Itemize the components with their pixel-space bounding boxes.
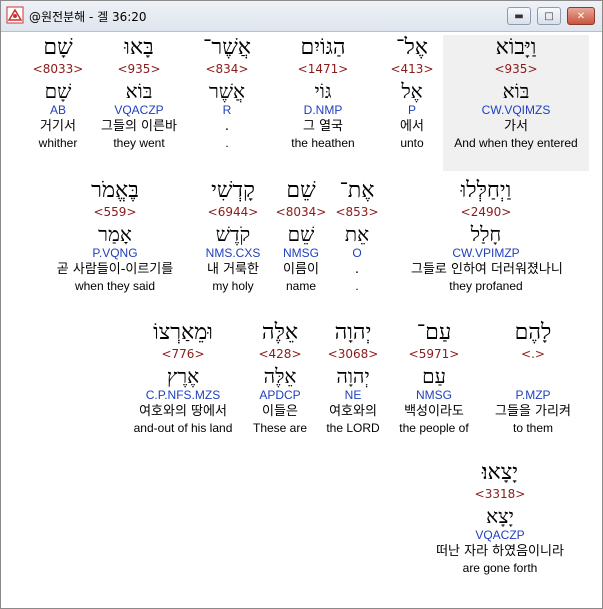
english-gloss: .: [355, 279, 359, 293]
maximize-icon: □: [544, 10, 554, 22]
korean-gloss: 그들로 인하여 더러워졌나니: [411, 262, 563, 277]
hebrew-word: בֶּאֱמֹר: [91, 178, 139, 203]
maximize-button[interactable]: □: [537, 7, 561, 25]
minimize-icon: ▬: [514, 10, 524, 22]
morphology-code[interactable]: O: [297, 246, 417, 261]
strong-number[interactable]: <3318>: [415, 486, 585, 502]
hebrew-word: וַיְחַלְּלוּ: [460, 178, 512, 203]
korean-gloss: 곧 사람들이-이르기를: [56, 262, 174, 277]
english-gloss: to them: [512, 421, 554, 435]
word-card[interactable]: לָהֶם <.> P.MZP 그들을 가리켜 to them: [473, 320, 593, 436]
word-card[interactable]: וַיְחַלְּלוּ <2490> חָלַל CW.VPIMZP 그들로 …: [411, 178, 563, 294]
lemma: יָצָא: [486, 504, 514, 528]
strong-number[interactable]: <559>: [55, 204, 175, 220]
app-window: @원전분해 - 겔 36:20 ▬ □ ✕ שָׁם <8033> שָׁם A…: [0, 0, 603, 609]
word-card[interactable]: אֶת־ <853> אֵת O . .: [297, 178, 417, 294]
lemma: אֵת: [344, 222, 370, 246]
lemma: חָלַל: [470, 222, 502, 246]
strong-number[interactable]: <935>: [443, 61, 589, 77]
hebrew-word: לָהֶם: [514, 320, 552, 345]
hebrew-word: אֶת־: [339, 178, 375, 203]
english-gloss: And when they entered: [454, 136, 578, 150]
lemma: אָמַר: [98, 222, 132, 246]
morphology-code[interactable]: P.VQNG: [55, 246, 175, 261]
word-card[interactable]: יָצָאוּ׃ <3318> יָצָא VQACZP 떠난 자라 하였음이니…: [415, 460, 585, 576]
english-gloss: when they said: [74, 279, 156, 293]
strong-number[interactable]: <853>: [297, 204, 417, 220]
strong-number[interactable]: <2490>: [411, 204, 561, 220]
close-icon: ✕: [576, 10, 586, 22]
korean-gloss: .: [354, 262, 360, 277]
korean-gloss: 가서: [504, 119, 528, 134]
app-icon[interactable]: [6, 6, 24, 24]
morphology-code[interactable]: CW.VQIMZS: [443, 103, 589, 118]
korean-gloss: 그들을 가리켜: [495, 404, 571, 419]
window-title: @원전분해 - 겔 36:20: [29, 10, 147, 24]
word-card-selected[interactable]: וַיָּבוֹא <935> בּוֹא CW.VQIMZS 가서 And w…: [443, 35, 589, 171]
english-gloss: are gone forth: [462, 561, 538, 575]
interlinear-view: שָׁם <8033> שָׁם AB 거기서 whither בָּאוּ <…: [1, 32, 602, 608]
lemma: בּוֹא: [502, 79, 530, 103]
morphology-code[interactable]: VQACZP: [415, 528, 585, 543]
title-bar[interactable]: @원전분해 - 겔 36:20 ▬ □ ✕: [1, 1, 602, 32]
word-card[interactable]: בֶּאֱמֹר <559> אָמַר P.VQNG 곧 사람들이-이르기를 …: [55, 178, 175, 294]
english-gloss: they profaned: [449, 279, 523, 293]
morphology-code[interactable]: P.MZP: [473, 388, 593, 403]
korean-gloss: 떠난 자라 하였음이니라: [436, 544, 564, 559]
strong-number[interactable]: <.>: [473, 346, 593, 362]
hebrew-word: וַיָּבוֹא: [495, 35, 537, 60]
lemma: [473, 364, 593, 388]
hebrew-word: יָצָאוּ׃: [481, 460, 519, 485]
close-button[interactable]: ✕: [567, 7, 595, 25]
minimize-button[interactable]: ▬: [507, 7, 531, 25]
morphology-code[interactable]: CW.VPIMZP: [411, 246, 561, 261]
